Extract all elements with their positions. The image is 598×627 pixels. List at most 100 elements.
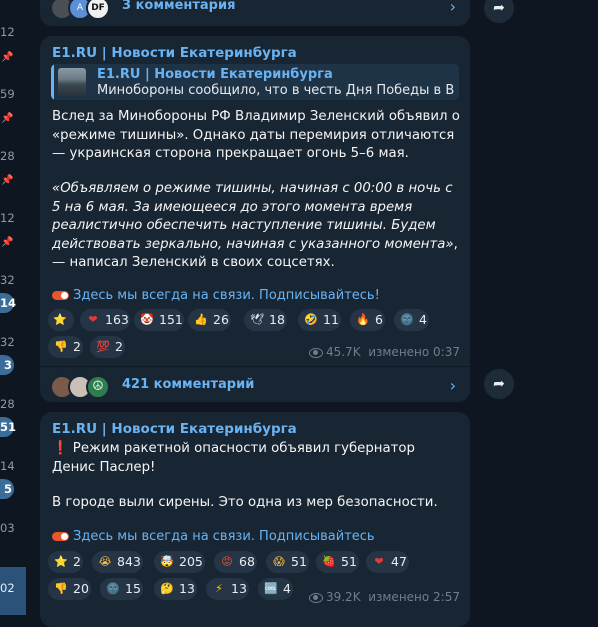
reaction-count: 51 — [291, 554, 307, 569]
chat-list-time[interactable]: 28 — [0, 149, 18, 163]
views-count: 39.2K — [325, 590, 361, 604]
reply-text: Минобороны сообщило, что в честь Дня Поб… — [97, 83, 455, 98]
reaction-strawberry[interactable]: 🍓 51 — [316, 551, 359, 573]
chat-list-time[interactable]: 32 — [0, 335, 18, 349]
reaction-star[interactable]: ⭐ 2 — [48, 551, 83, 573]
reaction-dove[interactable]: 🕊 18 — [244, 309, 287, 331]
edited-time: изменено 2:57 — [368, 590, 460, 604]
reaction-fire[interactable]: 🔥 6 — [350, 309, 385, 331]
channel-name[interactable]: E1.RU | Новости Екатеринбурга — [52, 45, 297, 61]
reaction-count: 2 — [73, 339, 81, 354]
reaction-count: 13 — [231, 581, 247, 596]
chevron-right-icon: › — [449, 0, 456, 16]
pin-icon: 📌 — [1, 175, 14, 186]
subscribe-link[interactable]: Здесь мы всегда на связи. Подписывайтесь… — [52, 288, 380, 303]
subscribe-link-text: Здесь мы всегда на связи. Подписывайтесь… — [73, 288, 380, 303]
star-icon: ⭐ — [53, 312, 67, 326]
dove-icon: 🕊 — [250, 312, 264, 326]
chat-list-time[interactable]: 12 — [0, 25, 18, 39]
reaction-thumbs-down[interactable]: 👎 20 — [48, 578, 91, 600]
chat-list-selected-item[interactable]: 02 — [0, 567, 26, 615]
chat-list-time[interactable]: 14 — [0, 459, 18, 473]
clown-icon: 🤡 — [140, 312, 154, 326]
reaction-scream[interactable]: 😱 51 — [266, 551, 309, 573]
quote-text: «Объявляем о режиме тишины, начиная с 00… — [52, 181, 454, 252]
strawberry-icon: 🍓 — [322, 554, 336, 568]
unread-badge[interactable]: 5 — [0, 479, 14, 499]
subscribe-link[interactable]: Здесь мы всегда на связи. Подписывайтесь — [52, 529, 375, 544]
toggle-icon — [52, 532, 69, 541]
thumbs-down-icon: 👎 — [54, 581, 68, 595]
reaction-heart[interactable]: ❤ 163 — [80, 309, 130, 331]
chevron-right-icon: › — [449, 376, 456, 395]
reply-thumbnail — [58, 68, 86, 96]
post-text-line: Режим ракетной опасности объявил губерна… — [52, 441, 415, 475]
channel-post: E1.RU | Новости Екатеринбурга E1.RU | Но… — [40, 36, 470, 402]
comments-bar[interactable]: ☮ 421 комментарий › — [40, 366, 470, 405]
share-button[interactable]: ➦ — [484, 0, 514, 23]
heart-icon: ❤ — [88, 312, 98, 326]
reaction-rofl[interactable]: 🤣 11 — [298, 309, 341, 331]
cool-icon: 🆒 — [264, 581, 278, 595]
reaction-count: 151 — [159, 312, 183, 327]
reaction-hundred[interactable]: 💯 2 — [90, 336, 125, 358]
reaction-star[interactable]: ⭐ — [48, 309, 74, 331]
reaction-count: 205 — [179, 554, 203, 569]
reaction-count: 47 — [391, 554, 407, 569]
post-meta: 39.2K изменено 2:57 — [308, 590, 460, 604]
chat-list-column: 12 📌 59 📌 28 📌 12 📌 32 14 32 3 28 51 14 … — [0, 0, 26, 615]
subscribe-link-text: Здесь мы всегда на связи. Подписывайтесь — [73, 529, 375, 544]
chat-list-time[interactable]: 03 — [0, 521, 18, 535]
angry-face-icon: 😡 — [221, 554, 233, 568]
comments-bar[interactable]: A DF 3 комментария › — [40, 0, 470, 26]
post-quote: «Объявляем о режиме тишины, начиная с 00… — [52, 180, 462, 273]
unread-badge[interactable]: 14 — [0, 293, 16, 313]
channel-name[interactable]: E1.RU | Новости Екатеринбурга — [52, 421, 297, 437]
thumbs-down-icon: 👎 — [54, 339, 68, 353]
reaction-clown[interactable]: 🤡 151 — [134, 309, 184, 331]
toggle-icon — [52, 291, 69, 300]
reaction-count: 843 — [117, 554, 141, 569]
unread-badge[interactable]: 3 — [0, 355, 14, 375]
heart-icon: ❤ — [374, 554, 384, 568]
post-text: В городе выли сирены. Это одна из мер бе… — [52, 495, 438, 510]
post-text: Вслед за Минобороны РФ Владимир Зеленски… — [52, 109, 460, 161]
reaction-count: 2 — [73, 554, 81, 569]
reaction-heart[interactable]: ❤ 47 — [366, 551, 409, 573]
reaction-moon-face[interactable]: 🌚 15 — [100, 578, 143, 600]
peace-icon: ☮ — [86, 375, 110, 399]
reaction-cool[interactable]: 🆒 4 — [258, 578, 293, 600]
reaction-count: 18 — [269, 312, 285, 327]
channel-post: E1.RU | Новости Екатеринбурга ❗ Режим ра… — [40, 412, 470, 627]
reaction-moon-face[interactable]: 🌚 4 — [394, 309, 429, 331]
moon-face-icon: 🌚 — [106, 581, 120, 595]
reaction-thumbs-down[interactable]: 👎 2 — [48, 336, 83, 358]
reaction-count: 2 — [115, 339, 123, 354]
chat-list-time[interactable]: 32 — [0, 273, 18, 287]
edited-time: изменено 0:37 — [368, 345, 460, 359]
views-count: 45.7K — [325, 345, 361, 359]
pin-icon: 📌 — [1, 113, 14, 124]
reply-preview[interactable]: E1.RU | Новости Екатеринбурга Минобороны… — [51, 64, 459, 100]
reaction-crying[interactable]: 😭 843 — [92, 551, 143, 573]
scream-face-icon: 😱 — [273, 554, 285, 568]
reaction-count: 51 — [341, 554, 357, 569]
reaction-angry[interactable]: 😡 68 — [214, 551, 257, 573]
crying-face-icon: 😭 — [98, 554, 112, 568]
chat-list-time[interactable]: 28 — [0, 397, 18, 411]
unread-badge[interactable]: 51 — [0, 417, 16, 437]
reply-title: E1.RU | Новости Екатеринбурга — [97, 67, 333, 82]
moon-face-icon: 🌚 — [400, 312, 414, 326]
reaction-count: 6 — [375, 312, 383, 327]
reaction-thinking[interactable]: 🤔 13 — [154, 578, 197, 600]
post-text: ❗ Режим ракетной опасности объявил губер… — [52, 440, 462, 477]
reaction-count: 15 — [125, 581, 141, 596]
share-button[interactable]: ➦ — [484, 369, 514, 399]
chat-list-time[interactable]: 12 — [0, 211, 18, 225]
pin-icon: 📌 — [1, 237, 14, 248]
reaction-mind-blown[interactable]: 🤯 205 — [154, 551, 205, 573]
reaction-lightning[interactable]: ⚡ 13 — [206, 578, 249, 600]
chat-list-time[interactable]: 59 — [0, 87, 18, 101]
thumbs-up-icon: 👍 — [194, 312, 208, 326]
reaction-thumbs-up[interactable]: 👍 26 — [188, 309, 231, 331]
